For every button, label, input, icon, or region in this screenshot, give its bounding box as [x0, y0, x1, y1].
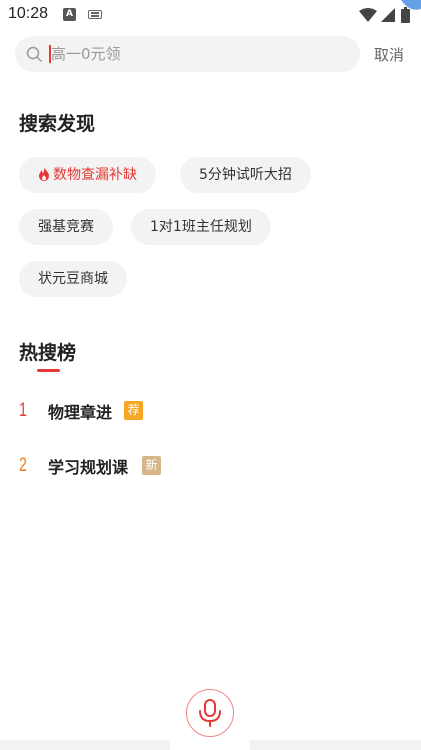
discover-chip[interactable]: 数物查漏补缺	[19, 157, 156, 193]
signal-icon	[381, 8, 395, 22]
edge-overlay-icon	[401, 0, 421, 10]
recommend-badge: 荐	[124, 401, 143, 420]
hot-list-underline	[37, 369, 60, 372]
discover-chip[interactable]: 强基竞赛	[19, 209, 113, 245]
search-page: 10:28 A 取消 搜索发现	[0, 0, 421, 750]
discover-chip[interactable]: 5分钟试听大招	[180, 157, 311, 193]
hot-rank: 1	[19, 400, 27, 421]
search-input[interactable]	[51, 36, 351, 72]
status-time: 10:28	[8, 5, 49, 22]
search-box[interactable]	[15, 36, 360, 72]
search-icon	[26, 46, 42, 62]
keyboard-icon	[88, 10, 102, 19]
flame-icon	[39, 167, 49, 181]
voice-search-button[interactable]	[186, 689, 234, 737]
status-icons	[351, 0, 421, 30]
discover-chip[interactable]: 1对1班主任规划	[131, 209, 271, 245]
notification-a-icon: A	[63, 8, 76, 21]
hot-list-title: 热搜榜	[19, 342, 77, 364]
hot-label: 学习规划课	[48, 458, 129, 477]
status-bar: 10:28 A	[0, 0, 421, 30]
chip-label: 数物查漏补缺	[53, 167, 137, 183]
wifi-icon	[359, 8, 377, 22]
hot-list-item[interactable]: 1 物理章进 荐	[19, 398, 319, 426]
discover-title: 搜索发现	[19, 113, 96, 135]
microphone-icon	[199, 699, 221, 727]
hot-rank: 2	[19, 455, 27, 476]
discover-chip[interactable]: 状元豆商城	[19, 261, 127, 297]
hot-list-item[interactable]: 2 学习规划课 新	[19, 453, 319, 481]
new-badge: 新	[142, 456, 161, 475]
cancel-button[interactable]: 取消	[374, 44, 404, 65]
hot-label: 物理章进	[48, 403, 113, 422]
